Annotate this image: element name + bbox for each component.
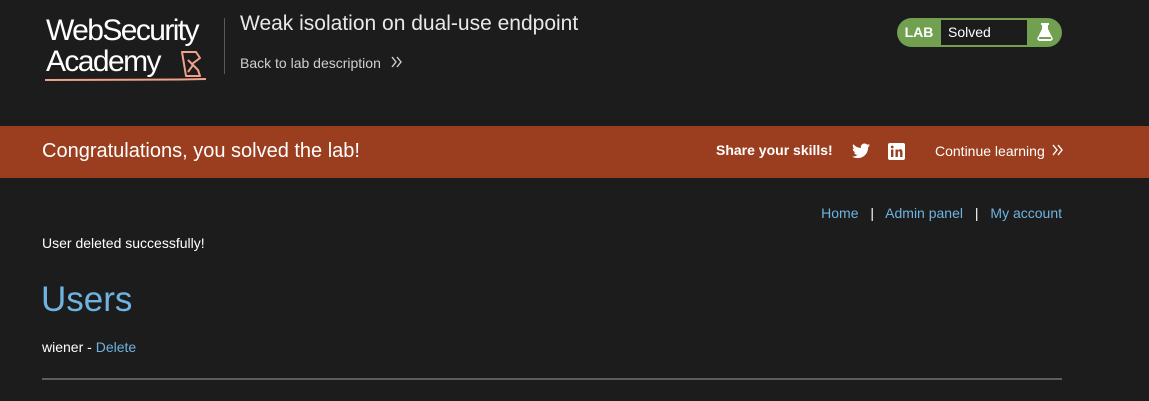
- user-separator: -: [87, 339, 92, 355]
- user-list-item: wiener - Delete: [42, 339, 136, 355]
- delete-user-link[interactable]: Delete: [96, 339, 136, 355]
- double-chevron-right-icon: [391, 55, 402, 71]
- solved-banner: Congratulations, you solved the lab! Sha…: [0, 126, 1149, 178]
- congratulations-message: Congratulations, you solved the lab!: [42, 140, 360, 162]
- lab-status-text: Solved: [941, 20, 1027, 45]
- nav-separator: |: [870, 205, 875, 221]
- continue-learning-label: Continue learning: [935, 143, 1045, 159]
- lab-tag: LAB: [904, 24, 934, 40]
- logo-text-line1: WebSecurity: [46, 14, 200, 47]
- back-link-label: Back to lab description: [240, 55, 381, 71]
- web-security-academy-logo[interactable]: WebSecurity Academy: [44, 16, 222, 82]
- header-divider: [224, 18, 225, 74]
- nav-home-link[interactable]: Home: [821, 205, 858, 221]
- header: WebSecurity Academy Weak isolation on du…: [0, 0, 1149, 126]
- share-skills-label: Share your skills!: [716, 142, 833, 158]
- top-navigation: Home | Admin panel | My account: [821, 205, 1062, 221]
- horizontal-divider: [42, 378, 1062, 380]
- nav-separator: |: [974, 205, 979, 221]
- user-name: wiener: [42, 339, 84, 355]
- lab-status-badge: LAB Solved: [897, 18, 1062, 47]
- logo-underline-icon: [44, 78, 207, 81]
- lab-title: Weak isolation on dual-use endpoint: [240, 12, 579, 35]
- double-chevron-right-icon: [1052, 143, 1063, 159]
- nav-admin-panel-link[interactable]: Admin panel: [885, 205, 963, 221]
- nav-my-account-link[interactable]: My account: [990, 205, 1062, 221]
- back-to-lab-description-link[interactable]: Back to lab description: [240, 55, 402, 71]
- flash-message: User deleted successfully!: [42, 235, 205, 251]
- users-heading: Users: [41, 280, 133, 319]
- continue-learning-link[interactable]: Continue learning: [935, 143, 1063, 159]
- twitter-icon[interactable]: [852, 143, 870, 159]
- linkedin-icon[interactable]: [888, 143, 905, 160]
- flask-icon: [1037, 23, 1053, 41]
- logo-text-line2: Academy: [46, 45, 161, 78]
- logo-lightning-icon: [181, 51, 201, 77]
